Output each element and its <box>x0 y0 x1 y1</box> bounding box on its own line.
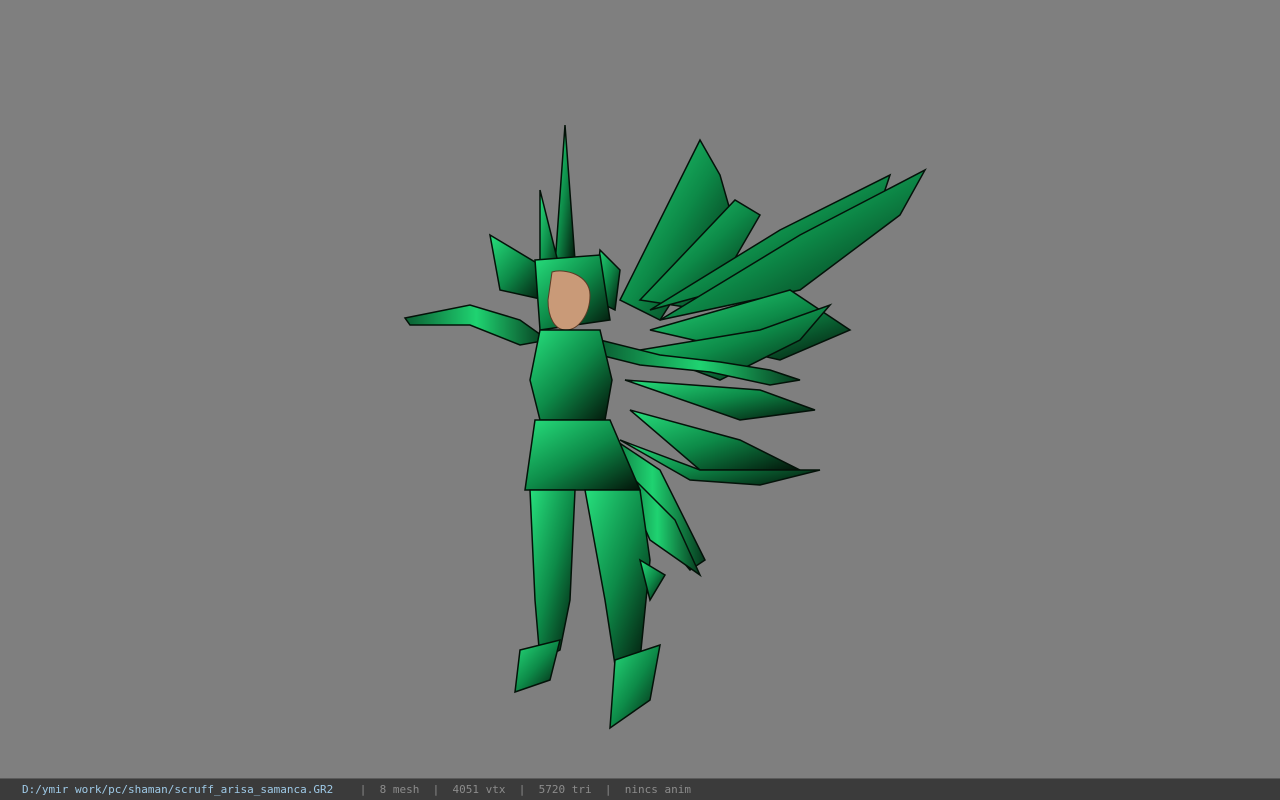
vertex-count: 4051 vtx <box>452 783 506 796</box>
status-separator: | <box>359 783 367 796</box>
status-separator: | <box>432 783 440 796</box>
triangle-count: 5720 tri <box>538 783 592 796</box>
status-separator: | <box>518 783 526 796</box>
wing-feathers <box>618 138 927 486</box>
status-separator: | <box>604 783 612 796</box>
file-path: D:/ymir work/pc/shaman/scruff_arisa_sama… <box>22 783 334 796</box>
animation-status: nincs anim <box>624 783 691 796</box>
status-bar: D:/ymir work/pc/shaman/scruff_arisa_sama… <box>0 778 1280 800</box>
character-model <box>403 124 927 730</box>
mesh-count: 8 mesh <box>379 783 420 796</box>
left-arm <box>403 304 550 346</box>
3d-viewport[interactable] <box>0 0 1280 778</box>
legs-armor <box>514 489 667 730</box>
